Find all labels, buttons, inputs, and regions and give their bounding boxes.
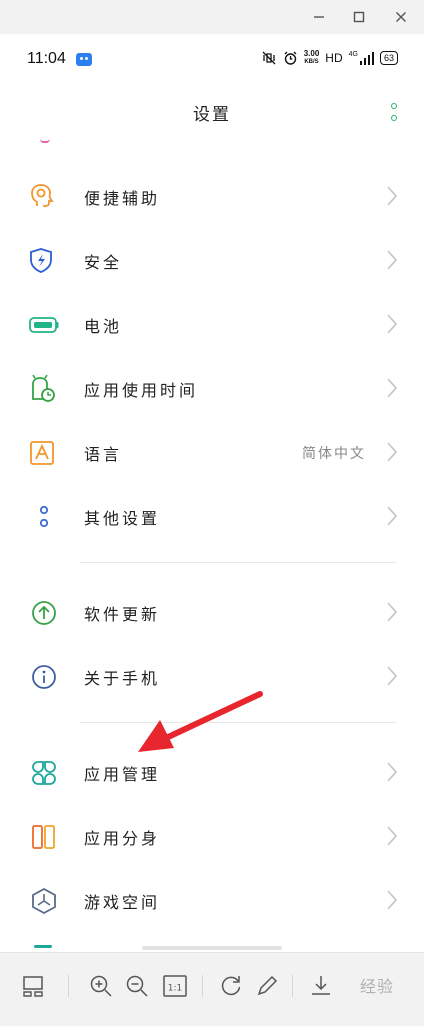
settings-item-app-clone[interactable]: 应用分身 [0, 804, 424, 868]
partial-item-icon [34, 945, 52, 948]
settings-item-label: 应用管理 [84, 765, 161, 784]
settings-item-language[interactable]: 语言 简体中文 [0, 420, 424, 484]
settings-item-about-phone[interactable]: 关于手机 [0, 644, 424, 708]
chevron-right-icon [387, 378, 398, 398]
software-update-icon [28, 599, 62, 627]
settings-item-app-management[interactable]: 应用管理 [0, 740, 424, 804]
vibrate-mute-icon [262, 51, 276, 65]
settings-item-game-space[interactable]: 游戏空间 [0, 868, 424, 932]
section-divider [80, 722, 396, 723]
network-speed: 3.00 KB/S [303, 49, 320, 66]
security-shield-icon [28, 247, 62, 275]
settings-item-label: 软件更新 [84, 605, 161, 624]
page-title: 设置 [193, 105, 231, 125]
status-icons: 3.00 KB/S HD 4G 63 [261, 50, 398, 66]
download-icon[interactable] [308, 973, 334, 999]
settings-item-accessibility[interactable]: 便捷辅助 [0, 164, 424, 228]
network-type: HD [325, 51, 343, 65]
chevron-right-icon [387, 666, 398, 686]
section-divider [80, 562, 396, 563]
layout-icon[interactable] [20, 973, 46, 999]
battery-level: 63 [379, 51, 398, 65]
chevron-right-icon [387, 762, 398, 782]
partial-item-icon [40, 139, 50, 143]
settings-item-label: 电池 [84, 317, 123, 336]
game-space-icon [28, 887, 62, 915]
battery-icon [28, 311, 62, 339]
status-bar: 11:04 3.00 KB/S HD 4G 63 [0, 34, 424, 84]
app-usage-time-icon [28, 374, 62, 403]
signal-strength-icon [359, 51, 374, 65]
settings-item-app-usage-time[interactable]: 应用使用时间 [0, 356, 424, 420]
status-time: 11:04 [27, 50, 66, 67]
settings-item-label: 安全 [84, 253, 123, 272]
settings-item-value: 简体中文 [302, 446, 366, 462]
settings-item-label: 便捷辅助 [84, 189, 161, 208]
minimize-icon[interactable] [306, 4, 332, 30]
phone-screen: 11:04 3.00 KB/S HD 4G 63 设置 便捷辅助 安全 电池 应… [0, 34, 424, 952]
actual-size-label: 1:1 [168, 984, 182, 994]
notification-app-icon [76, 53, 92, 66]
chevron-right-icon [387, 442, 398, 462]
chevron-right-icon [387, 826, 398, 846]
settings-item-battery[interactable]: 电池 [0, 292, 424, 356]
scroll-indicator[interactable] [142, 946, 282, 950]
chevron-right-icon [387, 186, 398, 206]
settings-item-label: 其他设置 [84, 509, 161, 528]
app-clone-icon [28, 823, 62, 851]
chevron-right-icon [387, 602, 398, 622]
watermark-text: 经验 [359, 977, 394, 996]
chevron-right-icon [387, 890, 398, 910]
toolbar-divider [202, 975, 203, 997]
more-vertical-icon[interactable] [390, 103, 398, 123]
settings-item-software-update[interactable]: 软件更新 [0, 580, 424, 644]
accessibility-icon [28, 183, 62, 211]
other-settings-icon [28, 503, 62, 531]
chevron-right-icon [387, 506, 398, 526]
settings-item-label: 游戏空间 [84, 893, 161, 912]
zoom-in-icon[interactable] [88, 973, 114, 999]
edit-icon[interactable] [254, 973, 280, 999]
alarm-icon [284, 51, 297, 65]
app-management-icon [28, 759, 62, 787]
viewer-toolbar: 1:1 经验 [0, 952, 424, 1026]
settings-item-label: 应用分身 [84, 829, 161, 848]
settings-item-label: 语言 [84, 445, 123, 464]
signal-label: 4G [348, 50, 358, 58]
toolbar-divider [292, 975, 293, 997]
close-icon[interactable] [388, 4, 414, 30]
settings-item-label: 关于手机 [84, 669, 161, 688]
window-title-bar [0, 0, 424, 34]
settings-header: 设置 [0, 84, 424, 139]
about-phone-icon [28, 663, 62, 691]
settings-item-security[interactable]: 安全 [0, 228, 424, 292]
chevron-right-icon [387, 314, 398, 334]
chevron-right-icon [387, 250, 398, 270]
actual-size-icon[interactable]: 1:1 [162, 973, 188, 999]
toolbar-divider [68, 975, 69, 997]
settings-item-other-settings[interactable]: 其他设置 [0, 484, 424, 548]
maximize-icon[interactable] [346, 4, 372, 30]
language-icon [28, 439, 62, 467]
settings-item-label: 应用使用时间 [84, 381, 199, 400]
rotate-icon[interactable] [218, 973, 244, 999]
zoom-out-icon[interactable] [124, 973, 150, 999]
